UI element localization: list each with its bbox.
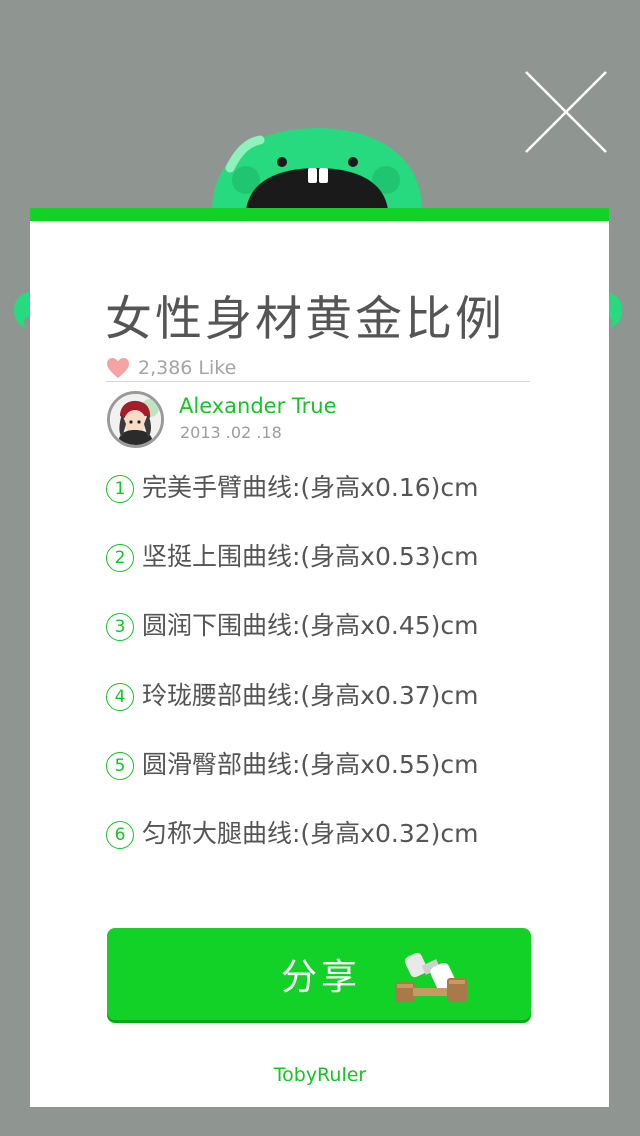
list-item: 4 玲珑腰部曲线:(身高x0.37)cm: [106, 675, 546, 744]
item-text: 坚挺上围曲线:(身高x0.53)cm: [142, 542, 479, 572]
article-title: 女性身材黄金比例: [105, 292, 505, 347]
like-label: 2,386 Like: [138, 357, 237, 379]
item-number: 1: [106, 475, 134, 503]
avatar-image: [110, 394, 161, 445]
list-item: 2 坚挺上围曲线:(身高x0.53)cm: [106, 536, 546, 605]
author-name[interactable]: Alexander True: [179, 394, 337, 418]
ratio-list: 1 完美手臂曲线:(身高x0.16)cm 2 坚挺上围曲线:(身高x0.53)c…: [106, 467, 546, 882]
list-item: 5 圆滑臀部曲线:(身高x0.55)cm: [106, 744, 546, 813]
divider: [106, 381, 530, 382]
avatar[interactable]: [107, 391, 164, 448]
item-number: 2: [106, 544, 134, 573]
list-item: 1 完美手臂曲线:(身高x0.16)cm: [106, 467, 546, 536]
item-text: 玲珑腰部曲线:(身高x0.37)cm: [142, 680, 479, 710]
footer-brand[interactable]: TobyRuler: [0, 1064, 640, 1086]
dumbbell-icon: [395, 952, 467, 1002]
share-label: 分享: [281, 957, 362, 998]
monster-mascot: [212, 128, 422, 210]
item-number: 6: [106, 820, 134, 849]
item-text: 完美手臂曲线:(身高x0.16)cm: [142, 473, 479, 502]
item-number: 4: [106, 682, 134, 711]
heart-icon: [107, 358, 129, 378]
close-button[interactable]: [524, 70, 608, 154]
author-date: 2013 .02 .18: [180, 423, 282, 442]
item-number: 5: [106, 751, 134, 780]
item-text: 圆滑臀部曲线:(身高x0.55)cm: [142, 749, 479, 779]
item-text: 匀称大腿曲线:(身高x0.32)cm: [142, 818, 479, 848]
close-icon: [525, 71, 607, 153]
like-count[interactable]: 2,386 Like: [106, 354, 236, 382]
list-item: 3 圆润下围曲线:(身高x0.45)cm: [106, 605, 546, 674]
item-text: 圆润下围曲线:(身高x0.45)cm: [142, 611, 479, 641]
list-item: 6 匀称大腿曲线:(身高x0.32)cm: [106, 813, 546, 882]
share-button[interactable]: 分享: [107, 928, 531, 1020]
item-number: 3: [106, 613, 134, 642]
